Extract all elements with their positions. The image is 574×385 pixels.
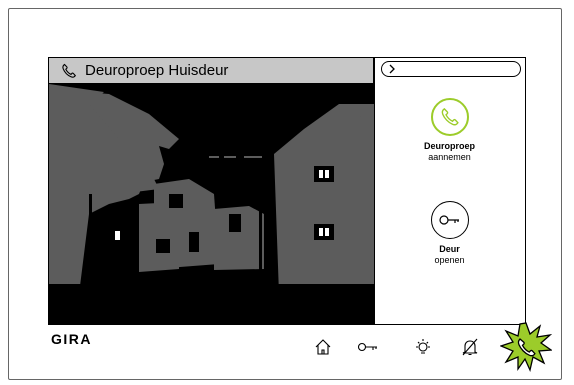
open-door-action[interactable]: Deur openen xyxy=(374,201,525,265)
expand-panel-button[interactable] xyxy=(381,61,521,77)
handset-icon[interactable] xyxy=(430,98,469,136)
key-icon[interactable] xyxy=(430,201,469,239)
open-door-sublabel: openen xyxy=(434,255,465,265)
accept-call-label: Deuroproep xyxy=(423,141,475,151)
camera-video-feed[interactable] xyxy=(49,84,374,324)
handset-icon xyxy=(61,63,77,79)
key-icon[interactable] xyxy=(356,336,380,358)
call-title: Deuroproep Huisdeur xyxy=(85,62,229,79)
door-station-screen: Deuroproep Huisdeur Deuroproep aannemen … xyxy=(48,57,526,325)
open-door-label: Deur xyxy=(439,244,460,254)
call-title-bar: Deuroproep Huisdeur xyxy=(49,58,374,84)
chevron-right-icon xyxy=(389,64,395,74)
accept-call-action[interactable]: Deuroproep aannemen xyxy=(374,98,525,162)
ringing-handset-icon[interactable] xyxy=(499,322,553,373)
bell-off-icon[interactable] xyxy=(458,336,482,358)
accept-call-sublabel: aannemen xyxy=(428,152,471,162)
home-icon[interactable] xyxy=(311,336,335,358)
light-bulb-icon[interactable] xyxy=(411,336,435,358)
brand-logo: GIRA xyxy=(51,331,92,347)
